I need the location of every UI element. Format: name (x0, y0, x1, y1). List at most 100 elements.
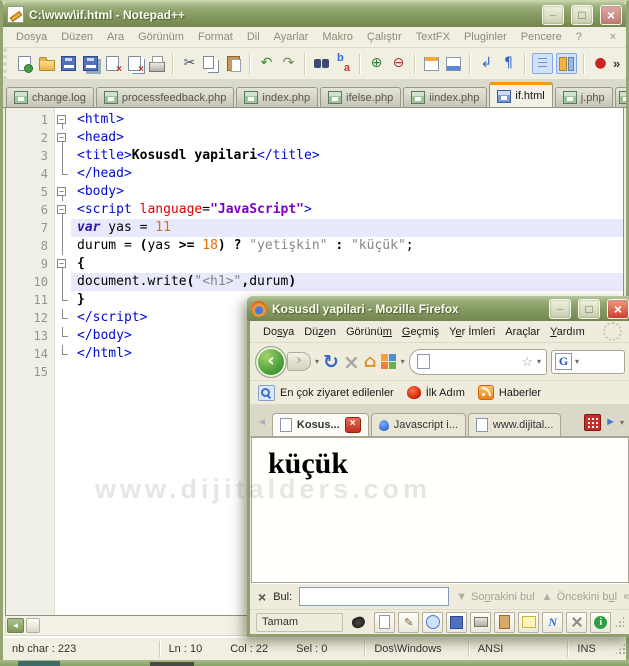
find-previous-button[interactable]: Öncekini bul (542, 591, 618, 603)
tab-if-html[interactable]: if.html (489, 82, 553, 107)
menu-item-görünüm[interactable]: Görünüm (341, 324, 397, 340)
menu-item-ara[interactable]: Ara (100, 29, 131, 45)
find-next-button[interactable]: Sonrakini bul (456, 591, 535, 603)
browser-tab-javascript-i[interactable]: Javascript i... (370, 413, 466, 436)
print-button[interactable] (470, 611, 492, 633)
replace-button[interactable] (334, 53, 353, 74)
firefox-minimize-button[interactable] (549, 298, 571, 319)
speed-dial-dropdown-icon[interactable] (401, 357, 405, 366)
menu-item-çalıştır[interactable]: Çalıştır (360, 29, 409, 45)
menu-item-textfx[interactable]: TextFX (409, 29, 457, 45)
undo-button[interactable]: ↶ (257, 54, 276, 73)
indent-guide-button[interactable] (532, 53, 553, 74)
note-button[interactable] (518, 611, 540, 633)
menubar-close-icon[interactable]: × (610, 31, 620, 43)
info-button[interactable] (590, 611, 612, 633)
firefox-close-button[interactable] (607, 298, 629, 319)
zoom-out-button[interactable]: ⊖ (389, 54, 408, 73)
tools-button[interactable] (566, 611, 588, 633)
web-button[interactable] (422, 611, 444, 633)
url-dropdown-icon[interactable] (537, 357, 541, 366)
page-content[interactable]: küçük (251, 437, 629, 583)
search-engine-dropdown-icon[interactable] (575, 357, 579, 366)
close-tab-button[interactable] (344, 417, 361, 433)
synchronize-scrolling-button[interactable] (444, 54, 463, 73)
find-close-icon[interactable] (258, 589, 266, 605)
find-input[interactable] (299, 587, 450, 606)
speed-dial-icon[interactable] (380, 353, 397, 370)
menu-item-dil[interactable]: Dil (240, 29, 267, 45)
menu-item-yardım[interactable]: Yardım (545, 324, 590, 340)
doc-switcher-button[interactable] (556, 53, 577, 74)
menu-item-görünüm[interactable]: Görünüm (131, 29, 191, 45)
new-file-button[interactable] (15, 54, 34, 73)
fold-marker-box[interactable] (55, 111, 71, 129)
tab-scroll-left-icon[interactable] (254, 417, 270, 428)
notepadpp-titlebar[interactable]: C:\www\if.html - Notepad++ (3, 2, 626, 27)
list-all-tabs-icon[interactable] (584, 413, 602, 431)
close-button[interactable] (600, 4, 622, 25)
menu-item-geçmiş[interactable]: Geçmiş (397, 324, 444, 340)
firefox-maximize-button[interactable] (578, 298, 600, 319)
bug-icon[interactable] (350, 614, 367, 630)
close-button[interactable] (103, 54, 122, 75)
open-button[interactable] (37, 54, 56, 73)
maximize-button[interactable] (571, 4, 593, 25)
show-all-characters-button[interactable]: ¶ (499, 54, 518, 73)
browser-tab-www-dijital[interactable]: www.dijital... (467, 413, 562, 436)
scroll-left-button[interactable] (7, 618, 24, 633)
tab-index-php[interactable]: index.php (236, 87, 319, 107)
toolbar-overflow-icon[interactable]: » (613, 56, 620, 71)
menu-item-format[interactable]: Format (191, 29, 240, 45)
save-all-button[interactable] (81, 54, 100, 73)
back-button[interactable] (255, 345, 287, 378)
stop-button[interactable] (343, 350, 360, 374)
close-all-button[interactable] (125, 54, 144, 75)
fold-marker-box[interactable] (55, 183, 71, 201)
new-page-button[interactable] (374, 611, 396, 633)
home-button[interactable] (364, 351, 377, 372)
bookmark-i-lk-adım[interactable]: İlk Adım (406, 386, 465, 399)
cut-button[interactable]: ✂ (180, 54, 199, 73)
firefox-resize-grip[interactable] (614, 615, 624, 629)
find-button[interactable] (312, 54, 331, 73)
fold-marker-box[interactable] (55, 129, 71, 147)
paste-button[interactable] (224, 54, 243, 73)
menu-item-ayarlar[interactable]: Ayarlar (267, 29, 316, 45)
bookmark-en-çok-ziyaret-edilenler[interactable]: En çok ziyaret edilenler (258, 384, 394, 401)
fold-marker-box[interactable] (55, 255, 71, 273)
reload-button[interactable] (323, 351, 339, 373)
zoom-in-button[interactable]: ⊕ (367, 54, 386, 73)
tab-partial[interactable] (614, 87, 626, 107)
menu-item-pencere[interactable]: Pencere (514, 29, 569, 45)
menu-item-dosya[interactable]: Dosya (9, 29, 54, 45)
menu-item-yer-i-mleri[interactable]: Yer İmleri (444, 324, 500, 340)
address-bar[interactable] (408, 348, 547, 375)
edit-button[interactable] (398, 611, 420, 633)
fold-margin[interactable] (55, 108, 71, 615)
tab-j-php[interactable]: j.php (554, 87, 613, 107)
tab-iindex-php[interactable]: iindex.php (403, 87, 488, 107)
tabs-dropdown-icon[interactable] (620, 418, 624, 427)
search-box[interactable]: G (551, 349, 625, 374)
browser-tab-kosus[interactable]: Kosus... (271, 413, 369, 436)
menu-item-dosya[interactable]: Dosya (258, 324, 299, 340)
copy-button[interactable] (202, 54, 221, 73)
tab-processfeedback-php[interactable]: processfeedback.php (95, 87, 235, 107)
menu-item-araçlar[interactable]: Araçlar (500, 324, 545, 340)
fold-marker-box[interactable] (55, 201, 71, 219)
scrollbar-thumb[interactable] (26, 618, 40, 633)
menu-item-pluginler[interactable]: Pluginler (457, 29, 514, 45)
word-wrap-button[interactable]: ↲ (477, 54, 496, 73)
menu-item-item[interactable]: ? (569, 29, 589, 45)
redo-button[interactable]: ↷ (279, 54, 298, 73)
bookmark-haberler[interactable]: Haberler (477, 385, 541, 400)
firefox-titlebar[interactable]: Kosusdl yapilari - Mozilla Firefox (247, 296, 629, 321)
taskbar-sliver[interactable] (0, 660, 629, 666)
highlight-all-icon[interactable] (621, 588, 629, 605)
google-search-engine-icon[interactable]: G (555, 353, 572, 370)
print-button[interactable] (147, 54, 166, 73)
save-button[interactable] (446, 611, 468, 633)
menu-item-makro[interactable]: Makro (315, 29, 360, 45)
tab-ifelse-php[interactable]: ifelse.php (320, 87, 402, 107)
